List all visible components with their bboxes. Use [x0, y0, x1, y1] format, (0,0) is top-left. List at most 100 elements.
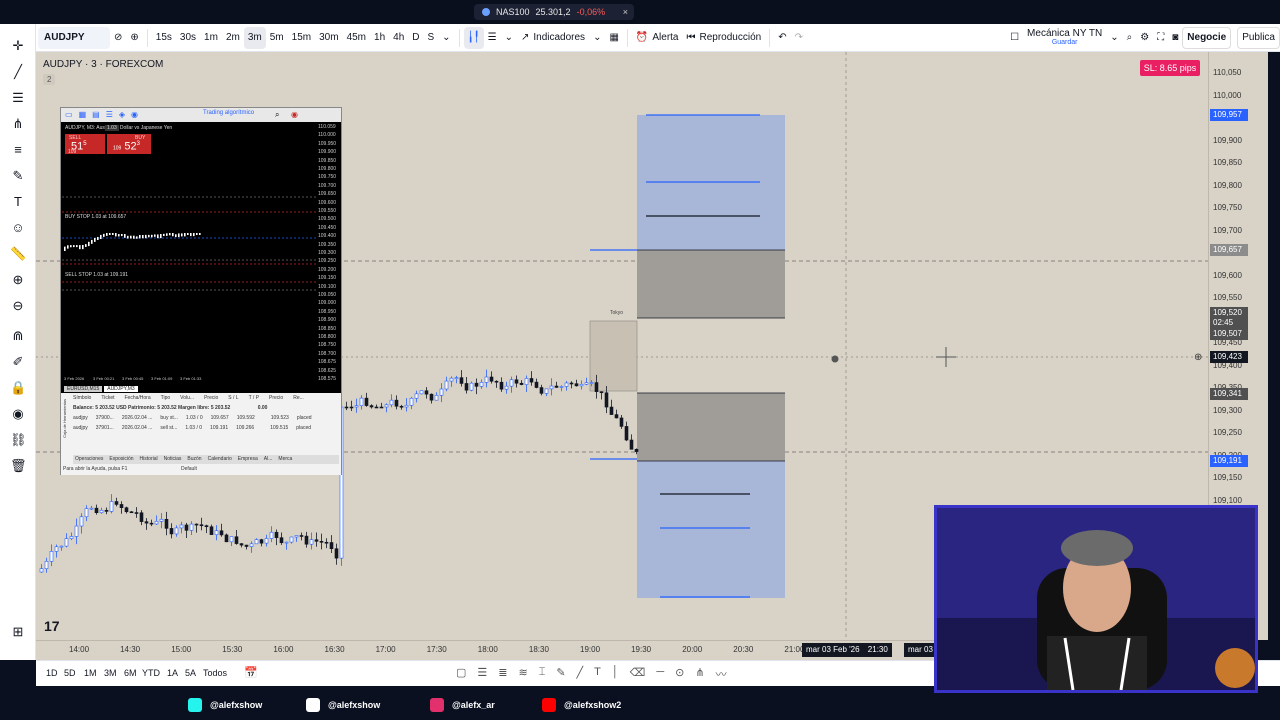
ticker-tab[interactable]: NAS100 25.301,2 -0,06% ×: [474, 4, 634, 20]
interval-1m[interactable]: 1m: [200, 27, 222, 49]
undo-icon[interactable]: ↶: [774, 27, 790, 49]
layouts-icon[interactable]: ▦: [605, 27, 622, 49]
alert-button[interactable]: ⏰ Alerta: [632, 27, 683, 49]
mt5-column-header[interactable]: Símbolo: [73, 395, 91, 403]
eye-icon[interactable]: ◉: [10, 406, 26, 422]
interval-15s[interactable]: 15s: [152, 27, 176, 49]
mt5-bottom-tab[interactable]: Buzón: [187, 455, 201, 464]
horizontal-lines-icon[interactable]: ☰: [10, 90, 26, 106]
emoji-icon[interactable]: ☺: [10, 220, 26, 236]
link-icon[interactable]: ⛓: [10, 432, 27, 448]
rectangle-icon[interactable]: ▢: [456, 666, 466, 682]
mt5-column-header[interactable]: S / L: [228, 395, 238, 403]
search-icon[interactable]: ⌕: [1123, 27, 1137, 49]
navigator-icon[interactable]: ☰: [106, 110, 113, 119]
mt5-column-header[interactable]: T / P: [249, 395, 259, 403]
mt5-bottom-tab[interactable]: Merca: [278, 455, 292, 464]
wave-icon[interactable]: 〰: [716, 666, 727, 682]
ruler-icon[interactable]: 📏: [10, 246, 26, 262]
text-icon[interactable]: T: [10, 194, 26, 210]
mt5-column-header[interactable]: Volu...: [180, 395, 194, 403]
range-3m[interactable]: 3M: [104, 668, 117, 678]
fullscreen-icon[interactable]: ⛶: [1153, 27, 1168, 49]
line-icon[interactable]: ╱: [577, 666, 584, 682]
close-tab-icon[interactable]: ×: [623, 7, 628, 17]
collapse-toggle[interactable]: 2: [43, 74, 56, 85]
mt5-column-header[interactable]: Precio: [204, 395, 218, 403]
chevron-down-icon[interactable]: ⌄: [1106, 27, 1122, 49]
mt5-column-header[interactable]: Ticket: [101, 395, 114, 403]
crosshair-icon[interactable]: ✛: [10, 38, 26, 54]
chart-icon[interactable]: ▦: [79, 110, 87, 119]
chart-type-icon[interactable]: ☰: [484, 27, 501, 49]
pitchfork-icon[interactable]: ⋔: [10, 116, 26, 132]
zoom-out-icon[interactable]: ⊖: [10, 298, 26, 314]
object-tree-icon[interactable]: ⊞: [10, 624, 26, 640]
interval-5m[interactable]: 5m: [266, 27, 288, 49]
range-5a[interactable]: 5A: [185, 668, 196, 678]
lines-icon[interactable]: ☰: [477, 666, 487, 682]
strategy-icon[interactable]: ◉: [131, 110, 138, 119]
social-handle[interactable]: @alefx_ar: [430, 698, 495, 712]
camera-icon[interactable]: ◙: [1168, 27, 1182, 49]
interval-1h[interactable]: 1h: [370, 27, 389, 49]
eraser-icon[interactable]: ⌫: [630, 666, 646, 682]
magnet-icon[interactable]: ⋒: [10, 328, 26, 344]
indicators-button[interactable]: ↗ Indicadores: [517, 27, 589, 49]
mt5-column-header[interactable]: Re...: [293, 395, 304, 403]
mt5-window[interactable]: ▭ ▦ ▤ ☰ ◈ ◉ Trading algorítmico ⌕ ◉ AUDJPY, M…: [60, 107, 342, 475]
new-order-icon[interactable]: ▭: [65, 110, 73, 119]
settings-icon[interactable]: ⚙: [1136, 27, 1153, 49]
depth-icon[interactable]: ▤: [92, 110, 100, 119]
interval-30s[interactable]: 30s: [176, 27, 200, 49]
interval-2m[interactable]: 2m: [222, 27, 244, 49]
mt5-column-header[interactable]: Tipo: [161, 395, 171, 403]
horizontal-line-icon[interactable]: ─: [656, 666, 664, 682]
goto-date-icon[interactable]: 📅: [244, 666, 258, 679]
mt5-chart-tab[interactable]: EURUSD,M15: [64, 386, 103, 392]
settings-icon[interactable]: ⊕: [1194, 352, 1202, 363]
trend-line-icon[interactable]: ╱: [10, 64, 26, 80]
mt5-side-tab[interactable]: Caja de Herramientas: [62, 399, 67, 438]
mt5-bottom-tab[interactable]: Empresa: [238, 455, 258, 464]
redo-icon[interactable]: ↷: [791, 27, 807, 49]
range-1d[interactable]: 1D: [46, 668, 58, 678]
lock-icon[interactable]: 🔒: [10, 380, 26, 396]
mt5-bottom-tab[interactable]: Calendario: [208, 455, 232, 464]
channel-icon[interactable]: ≋: [519, 666, 528, 682]
range-6m[interactable]: 6M: [124, 668, 137, 678]
interval-3m[interactable]: 3m: [243, 26, 266, 49]
chevron-down-icon[interactable]: ⌄: [438, 27, 454, 49]
chevron-down-icon[interactable]: ⌄: [501, 27, 517, 49]
mt5-account-icon[interactable]: ◉: [291, 110, 298, 119]
range-1a[interactable]: 1A: [167, 668, 178, 678]
replay-button[interactable]: ⏮ Reproducción: [682, 27, 765, 49]
mt5-bottom-tab[interactable]: Operaciones: [75, 455, 103, 464]
pitchfork-icon[interactable]: ⋔: [695, 666, 704, 682]
mt5-bottom-tab[interactable]: Exposición: [109, 455, 133, 464]
mt5-chart[interactable]: AUDJPY, M3: Australian Dollar vs Japanes…: [62, 122, 316, 384]
range-ytd[interactable]: YTD: [142, 668, 160, 678]
social-handle[interactable]: @alefxshow: [306, 698, 380, 712]
trash-icon[interactable]: 🗑: [10, 458, 27, 474]
trade-button[interactable]: Negocie: [1182, 26, 1232, 49]
mt5-order-row[interactable]: audjpy 37901... 2026.02.04 ... sell st... 1.…: [73, 425, 311, 431]
mt5-bottom-tab[interactable]: Historial: [140, 455, 158, 464]
layout-name-button[interactable]: Mecánica NY TN Guardar: [1023, 27, 1106, 49]
brush-icon[interactable]: ✎: [10, 168, 26, 184]
mt5-chart-tab[interactable]: AUDJPY,M3: [104, 386, 138, 392]
chevron-down-icon[interactable]: ⌄: [589, 27, 605, 49]
target-icon[interactable]: ⊙: [675, 666, 684, 682]
text-icon[interactable]: T: [594, 666, 601, 682]
fib-icon[interactable]: ≣: [498, 666, 507, 682]
interval-30m[interactable]: 30m: [315, 27, 342, 49]
publish-button[interactable]: Publica: [1237, 26, 1280, 49]
compare-symbol-icon[interactable]: ⊘: [110, 27, 126, 49]
market-icon[interactable]: ◈: [119, 110, 125, 119]
fib-icon[interactable]: ≡: [10, 142, 26, 158]
mt5-order-row[interactable]: audjpy 37900... 2026.02.04 ... buy st... 1.0…: [73, 415, 312, 421]
layout-checkbox-icon[interactable]: ☐: [1006, 27, 1023, 49]
zoom-in-icon[interactable]: ⊕: [10, 272, 26, 288]
algo-trading-button[interactable]: Trading algorítmico: [203, 110, 254, 116]
measure-icon[interactable]: ⌶: [539, 666, 546, 682]
